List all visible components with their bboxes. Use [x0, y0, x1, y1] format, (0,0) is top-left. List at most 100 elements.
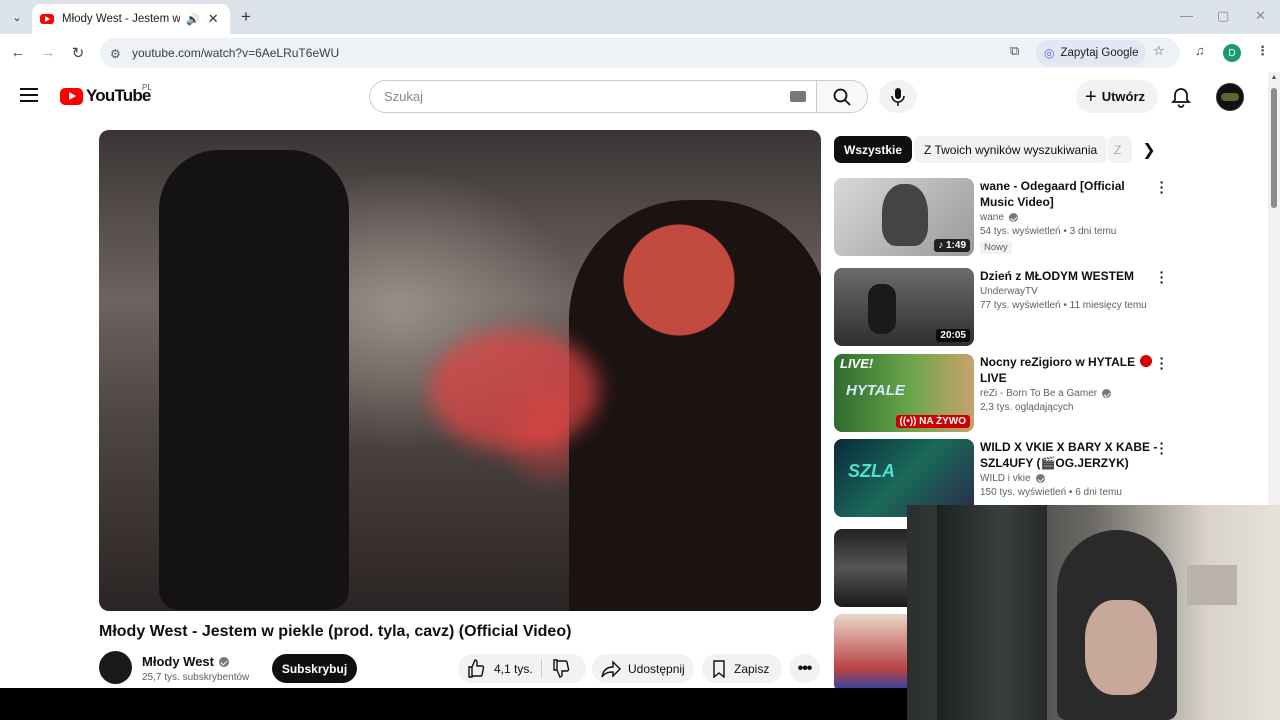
browser-menu-icon[interactable]: ⋮ [1256, 43, 1269, 59]
video-meta: Nocny reZigioro w HYTALE LIVE reZi - Born… [980, 354, 1158, 413]
video-meta: Dzień z MŁODYM WESTEM UnderwayTV 77 tys.… [980, 268, 1158, 311]
scrollbar-thumb[interactable] [1271, 88, 1277, 208]
youtube-header: YouTube PL Szukaj + Utwórz [0, 72, 1268, 120]
like-icon[interactable] [458, 658, 494, 679]
channel-avatar[interactable] [99, 651, 132, 684]
video-frame-motion [429, 330, 599, 450]
share-button[interactable]: Udostępnij [592, 654, 694, 683]
chip-from-your-searches[interactable]: Z Twoich wyników wyszukiwania [914, 136, 1108, 163]
voice-search-button[interactable] [879, 80, 917, 113]
video-thumbnail[interactable]: LIVE! ((•)) NA ŻYWO [834, 354, 974, 432]
media-controls-icon[interactable]: ♫ [1195, 43, 1205, 58]
list-item[interactable]: LIVE! ((•)) NA ŻYWO Nocny reZigioro w HY… [834, 351, 1174, 434]
bookmark-star-icon[interactable]: ☆ [1153, 43, 1165, 59]
webcam-poster [1187, 565, 1237, 605]
youtube-play-icon [60, 87, 83, 105]
recommendation-channel[interactable]: WILD i vkie [980, 473, 1158, 484]
save-label: Zapisz [734, 661, 770, 676]
duration-badge: 20:05 [936, 329, 970, 342]
video-meta: WILD X VKIE X BARY X KABE - SZL4UFY (🎬OG… [980, 439, 1158, 498]
audio-playing-icon[interactable]: 🔊 [186, 13, 200, 26]
browser-profile-avatar[interactable]: D [1223, 44, 1241, 62]
red-circle-icon [1140, 355, 1153, 367]
scroll-up-icon[interactable]: ▲ [1270, 74, 1278, 81]
search-input[interactable]: Szukaj [369, 80, 816, 113]
recommendation-channel[interactable]: wane [980, 212, 1158, 223]
new-tab-icon[interactable]: + [236, 7, 256, 27]
recommendation-stats: 2,3 tys. oglądających [980, 402, 1074, 413]
chevron-right-icon[interactable]: ❯ [1136, 136, 1162, 163]
channel-name-text[interactable]: Młody West [142, 654, 214, 669]
search-icon [833, 88, 851, 106]
live-tag: LIVE! [840, 356, 874, 371]
recommendation-stats: 54 tys. wyświetleń • 3 dni temu [980, 226, 1117, 237]
notifications-bell-icon[interactable] [1170, 86, 1192, 108]
recommendation-title[interactable]: Nocny reZigioro w HYTALE LIVE [980, 354, 1158, 386]
webcam-curtain [937, 505, 1047, 720]
duration-badge: ♪ 1:49 [934, 239, 970, 252]
close-window-icon[interactable]: ✕ [1255, 8, 1266, 24]
chip-partial[interactable]: Z [1108, 136, 1132, 163]
video-title: Młody West - Jestem w piekle (prod. tyla… [99, 623, 572, 640]
video-thumbnail[interactable]: ♪ 1:49 [834, 178, 974, 256]
list-item[interactable]: 20:05 Dzień z MŁODYM WESTEM UnderwayTV 7… [834, 265, 1174, 348]
video-player[interactable] [99, 130, 821, 611]
verified-icon [1102, 389, 1112, 398]
youtube-wordmark: YouTube [86, 86, 151, 105]
kebab-menu-icon[interactable]: · · · [1158, 265, 1166, 289]
maximize-icon[interactable]: ▢ [1217, 8, 1229, 24]
forward-icon[interactable]: → [38, 44, 58, 61]
recommendation-title[interactable]: Dzień z MŁODYM WESTEM [980, 268, 1158, 284]
webcam-overlay [907, 505, 1280, 720]
list-item[interactable]: ♪ 1:49 wane - Odegaard [Official Music V… [834, 175, 1174, 258]
back-icon[interactable]: ← [8, 44, 28, 61]
channel-name[interactable]: Młody West [142, 654, 229, 669]
url-text[interactable]: youtube.com/watch?v=6AeLRuT6eWU [132, 46, 339, 60]
tab-search-icon[interactable]: ⌄ [6, 7, 28, 27]
webcam-face [1085, 600, 1157, 695]
bookmark-icon [713, 659, 725, 678]
like-count[interactable]: 4,1 tys. [494, 662, 533, 676]
menu-icon[interactable] [20, 88, 38, 102]
save-button[interactable]: Zapisz [702, 654, 782, 683]
plus-icon: + [1085, 85, 1097, 108]
ask-google-label: Zapytaj Google [1060, 47, 1139, 59]
recommendation-title[interactable]: WILD X VKIE X BARY X KABE - SZL4UFY (🎬OG… [980, 439, 1158, 471]
recommendation-title[interactable]: wane - Odegaard [Official Music Video] [980, 178, 1158, 210]
new-badge: Nowy [980, 241, 1012, 254]
kebab-menu-icon[interactable]: · · · [1158, 351, 1166, 375]
verified-icon [1008, 213, 1018, 222]
video-frame-artist [569, 200, 821, 611]
kebab-menu-icon[interactable]: · · · [1158, 175, 1166, 199]
more-actions-icon[interactable]: ••• [789, 654, 820, 683]
browser-tab[interactable]: Młody West - Jestem w piekle (prod. tyla… [32, 4, 230, 34]
subscriber-count: 25,7 tys. subskrybentów [142, 672, 250, 683]
ask-google-button[interactable]: ◎ Zapytaj Google [1036, 40, 1147, 66]
account-avatar[interactable] [1216, 83, 1244, 111]
video-frame-figure [159, 150, 349, 610]
reload-icon[interactable]: ↻ [68, 44, 88, 62]
youtube-favicon-icon [40, 14, 54, 24]
install-app-icon[interactable]: ⧉ [1010, 43, 1019, 59]
video-thumbnail[interactable]: 20:05 [834, 268, 974, 346]
chip-all[interactable]: Wszystkie [834, 136, 913, 163]
like-divider [540, 659, 542, 678]
recommendation-channel[interactable]: UnderwayTV [980, 286, 1158, 297]
search-button[interactable] [816, 80, 868, 113]
close-tab-icon[interactable]: ✕ [208, 11, 219, 27]
kebab-menu-icon[interactable]: · · · [1158, 436, 1166, 460]
search-placeholder: Szukaj [384, 89, 424, 104]
create-label: Utwórz [1101, 89, 1146, 104]
subscribe-button[interactable]: Subskrybuj [272, 654, 357, 683]
youtube-logo[interactable]: YouTube PL [60, 83, 152, 106]
like-dislike-group: 4,1 tys. [458, 654, 586, 683]
create-button[interactable]: + Utwórz [1076, 80, 1159, 113]
minimize-icon[interactable]: — [1180, 8, 1193, 23]
recommendation-stats: 77 tys. wyświetleń • 11 miesięcy temu [980, 300, 1147, 311]
share-label: Udostępnij [628, 661, 685, 676]
recommendation-channel[interactable]: reZi - Born To Be a Gamer [980, 388, 1158, 399]
site-info-icon[interactable]: ⚙ [110, 47, 124, 61]
keyboard-icon[interactable] [790, 91, 806, 102]
live-badge: ((•)) NA ŻYWO [895, 415, 970, 428]
dislike-icon[interactable] [550, 658, 572, 679]
